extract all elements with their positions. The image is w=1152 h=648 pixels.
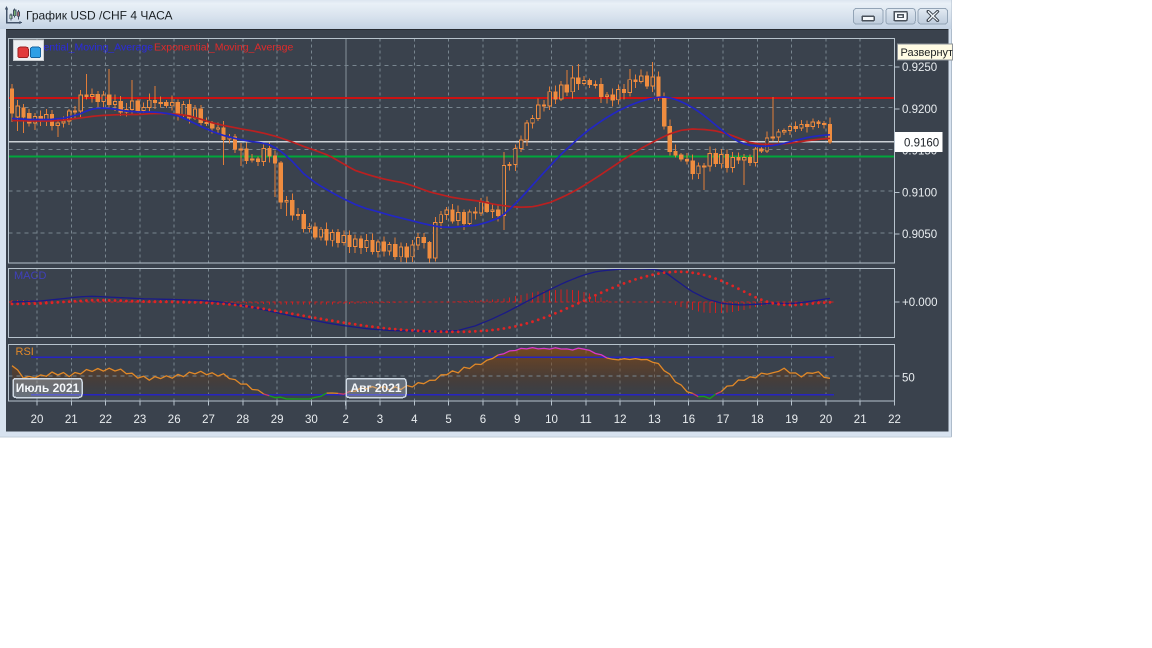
- svg-text:23: 23: [134, 414, 147, 426]
- svg-text:0.9050: 0.9050: [902, 229, 937, 241]
- svg-text:16: 16: [682, 414, 695, 426]
- svg-text:18: 18: [751, 414, 764, 426]
- svg-text:0.9250: 0.9250: [902, 62, 937, 74]
- svg-text:0.9160: 0.9160: [904, 137, 939, 149]
- svg-text:21: 21: [65, 414, 78, 426]
- svg-text:22: 22: [99, 414, 112, 426]
- svg-text:6: 6: [480, 414, 486, 426]
- svg-text:+0.000: +0.000: [902, 297, 938, 309]
- svg-text:27: 27: [202, 414, 215, 426]
- svg-text:10: 10: [545, 414, 558, 426]
- svg-text:Развернуть: Развернуть: [901, 47, 960, 59]
- svg-text:30: 30: [305, 414, 318, 426]
- svg-text:Exponential_Moving_Average: Exponential_Moving_Average: [154, 42, 293, 54]
- svg-text:MACD: MACD: [14, 270, 46, 282]
- svg-text:12: 12: [614, 414, 627, 426]
- svg-text:9: 9: [514, 414, 520, 426]
- svg-text:График USD /CHF 4 ЧАСА: График USD /CHF 4 ЧАСА: [26, 9, 172, 23]
- svg-text:21: 21: [854, 414, 867, 426]
- svg-text:17: 17: [717, 414, 730, 426]
- svg-text:28: 28: [236, 414, 249, 426]
- svg-text:5: 5: [445, 414, 451, 426]
- svg-text:2: 2: [342, 414, 348, 426]
- svg-text:29: 29: [271, 414, 284, 426]
- svg-text:20: 20: [31, 414, 44, 426]
- svg-text:26: 26: [168, 414, 181, 426]
- svg-text:19: 19: [785, 414, 798, 426]
- svg-text:11: 11: [580, 414, 592, 426]
- svg-text:22: 22: [888, 414, 901, 426]
- svg-text:RSI: RSI: [16, 346, 34, 358]
- svg-text:50: 50: [902, 373, 915, 385]
- svg-text:ential_Moving_Average: ential_Moving_Average: [44, 42, 154, 54]
- svg-text:13: 13: [648, 414, 661, 426]
- svg-text:3: 3: [377, 414, 383, 426]
- svg-text:Авг 2021: Авг 2021: [350, 381, 401, 395]
- svg-text:20: 20: [820, 414, 833, 426]
- svg-text:0.9200: 0.9200: [902, 104, 937, 116]
- svg-text:Июль 2021: Июль 2021: [16, 381, 80, 395]
- svg-text:4: 4: [411, 414, 418, 426]
- svg-text:0.9100: 0.9100: [902, 187, 937, 199]
